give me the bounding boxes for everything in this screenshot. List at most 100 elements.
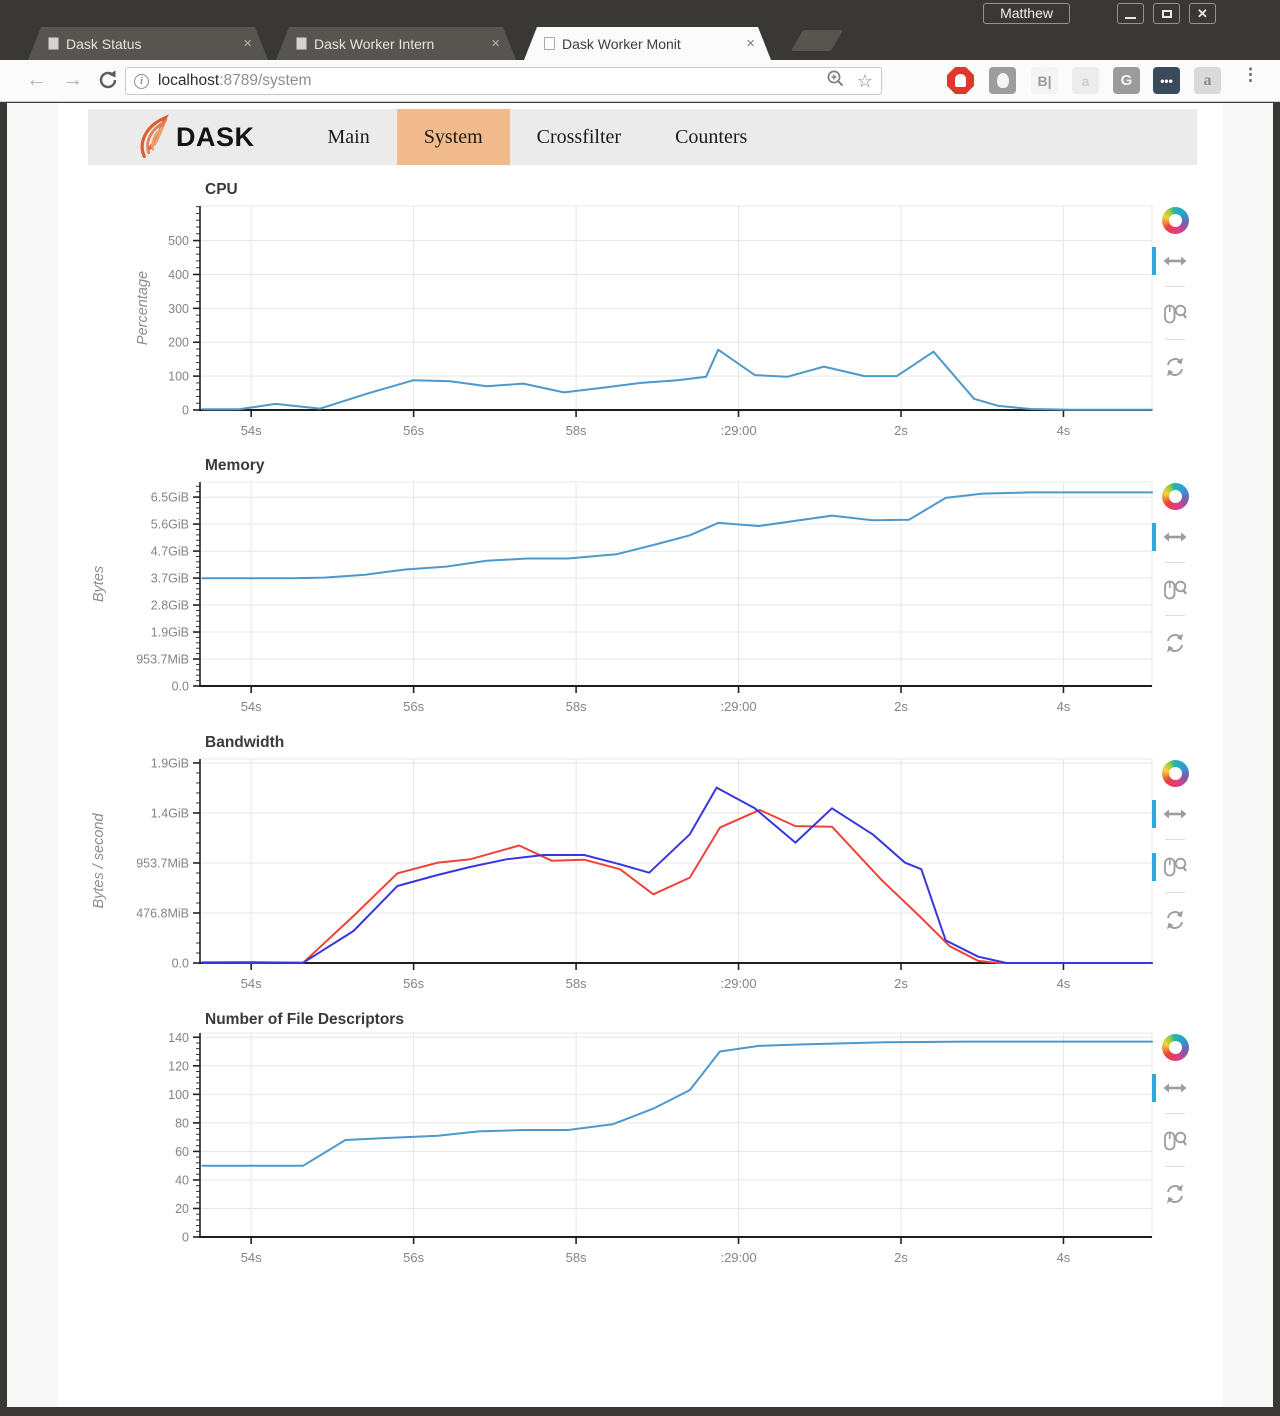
url-host: localhost xyxy=(158,72,219,89)
adblock-extension-icon[interactable] xyxy=(947,67,974,94)
pan-tool-button[interactable] xyxy=(1162,524,1188,550)
tab-title: Dask Status xyxy=(66,36,237,52)
forward-icon[interactable]: → xyxy=(62,68,83,92)
bookmark-star-icon[interactable]: ☆ xyxy=(857,72,873,90)
maximize-button[interactable] xyxy=(1153,3,1180,24)
svg-text:0.0: 0.0 xyxy=(172,957,189,971)
window-titlebar: Matthew ✕ xyxy=(0,0,1280,27)
ghostery-extension-icon[interactable] xyxy=(989,67,1016,94)
minimize-button[interactable] xyxy=(1117,3,1144,24)
wheel-zoom-tool-button[interactable] xyxy=(1162,577,1188,603)
tab-dask-worker-internal[interactable]: Dask Worker Intern × xyxy=(276,27,516,60)
svg-text:2s: 2s xyxy=(894,976,908,991)
svg-text:2s: 2s xyxy=(894,699,908,714)
cpu-chart-canvas[interactable]: 010020030040050054s56s58s:29:002s4sPerce… xyxy=(90,192,1158,452)
zoom-in-page-icon[interactable] xyxy=(826,69,845,93)
svg-text:Percentage: Percentage xyxy=(135,271,151,345)
bandwidth-chart-canvas[interactable]: 0.0476.8MiB953.7MiB1.4GiB1.9GiB54s56s58s… xyxy=(90,745,1158,1005)
url-bar[interactable]: i localhost:8789/system ☆ xyxy=(125,67,882,95)
svg-text:80: 80 xyxy=(175,1116,189,1130)
svg-text:56s: 56s xyxy=(403,699,424,714)
svg-text:58s: 58s xyxy=(566,423,587,438)
browser-toolbar: ← → i localhost:8789/system ☆ B| a G •••… xyxy=(0,60,1280,102)
info-icon[interactable]: i xyxy=(134,74,149,89)
svg-text::29:00: :29:00 xyxy=(720,423,756,438)
pan-tool-button[interactable] xyxy=(1162,801,1188,827)
tab-dask-worker-monitor[interactable]: Dask Worker Monit × xyxy=(524,27,771,60)
tab-close-icon[interactable]: × xyxy=(243,36,252,51)
svg-text::29:00: :29:00 xyxy=(720,1250,756,1265)
svg-text:6.5GiB: 6.5GiB xyxy=(151,491,189,505)
browser-menu-icon[interactable]: ⋮ xyxy=(1242,66,1259,83)
g-extension-icon[interactable]: G xyxy=(1113,67,1140,94)
b-extension-icon[interactable]: B| xyxy=(1031,67,1058,94)
svg-text::29:00: :29:00 xyxy=(720,699,756,714)
toolbar-divider xyxy=(1165,615,1185,616)
bokeh-logo-icon[interactable] xyxy=(1162,207,1189,234)
file-descriptors-chart-canvas[interactable]: 02040608010012014054s56s58s:29:002s4s xyxy=(90,1019,1158,1279)
svg-text:2.8GiB: 2.8GiB xyxy=(151,599,189,613)
svg-text:953.7MiB: 953.7MiB xyxy=(136,653,189,667)
password-manager-extension-icon[interactable]: ••• xyxy=(1153,67,1180,94)
svg-text:56s: 56s xyxy=(403,423,424,438)
svg-text:4s: 4s xyxy=(1057,976,1071,991)
wheel-zoom-tool-button[interactable] xyxy=(1162,1128,1188,1154)
svg-text:0.0: 0.0 xyxy=(172,680,189,694)
a-extension-icon[interactable]: a xyxy=(1194,67,1221,94)
svg-text:200: 200 xyxy=(168,336,189,350)
svg-text:2s: 2s xyxy=(894,423,908,438)
close-button[interactable]: ✕ xyxy=(1189,3,1216,24)
svg-text:54s: 54s xyxy=(241,699,262,714)
bokeh-logo-icon[interactable] xyxy=(1162,1034,1189,1061)
svg-text:476.8MiB: 476.8MiB xyxy=(136,906,189,920)
bokeh-logo-icon[interactable] xyxy=(1162,760,1189,787)
svg-text:1.9GiB: 1.9GiB xyxy=(151,756,189,770)
svg-text:140: 140 xyxy=(168,1031,189,1045)
toolbar-divider xyxy=(1165,839,1185,840)
reset-tool-button[interactable] xyxy=(1162,354,1188,380)
svg-text:58s: 58s xyxy=(566,699,587,714)
svg-text:58s: 58s xyxy=(566,976,587,991)
bandwidth-bokeh-toolbar xyxy=(1156,760,1194,933)
reset-tool-button[interactable] xyxy=(1162,630,1188,656)
url-text[interactable]: localhost:8789/system xyxy=(158,72,311,90)
tab-close-icon[interactable]: × xyxy=(491,36,500,51)
reload-icon[interactable] xyxy=(96,68,120,97)
pan-tool-button[interactable] xyxy=(1162,1075,1188,1101)
user-badge[interactable]: Matthew xyxy=(983,3,1070,24)
toolbar-divider xyxy=(1165,562,1185,563)
svg-text:5.6GiB: 5.6GiB xyxy=(151,518,189,532)
toolbar-divider xyxy=(1165,1113,1185,1114)
svg-text:400: 400 xyxy=(168,268,189,282)
svg-text:40: 40 xyxy=(175,1173,189,1187)
tab-close-icon[interactable]: × xyxy=(746,36,755,51)
reset-tool-button[interactable] xyxy=(1162,1181,1188,1207)
browser-window: Matthew ✕ Dask Status × Dask Worker Inte… xyxy=(0,0,1280,1416)
tab-dask-status[interactable]: Dask Status × xyxy=(28,27,268,60)
svg-text::29:00: :29:00 xyxy=(720,976,756,991)
wheel-zoom-tool-button[interactable] xyxy=(1162,854,1188,880)
reset-tool-button[interactable] xyxy=(1162,907,1188,933)
tab-title: Dask Worker Monit xyxy=(562,36,740,52)
svg-text:3.7GiB: 3.7GiB xyxy=(151,572,189,586)
svg-text:54s: 54s xyxy=(241,1250,262,1265)
memory-chart-canvas[interactable]: 0.0953.7MiB1.9GiB2.8GiB3.7GiB4.7GiB5.6Gi… xyxy=(90,468,1158,728)
page-content: DASK Main System Crossfilter Counters CP… xyxy=(7,103,1273,1407)
pan-tool-button[interactable] xyxy=(1162,248,1188,274)
back-icon[interactable]: ← xyxy=(26,68,47,92)
svg-text:56s: 56s xyxy=(403,1250,424,1265)
svg-text:2s: 2s xyxy=(894,1250,908,1265)
toolbar-divider xyxy=(1165,1166,1185,1167)
svg-text:0: 0 xyxy=(182,1231,189,1245)
url-path: :8789/system xyxy=(219,72,311,89)
svg-text:500: 500 xyxy=(168,234,189,248)
wheel-zoom-tool-button[interactable] xyxy=(1162,301,1188,327)
new-tab-button[interactable] xyxy=(791,30,843,51)
svg-text:100: 100 xyxy=(168,1088,189,1102)
svg-text:953.7MiB: 953.7MiB xyxy=(136,856,189,870)
disabled-extension-icon[interactable]: a xyxy=(1072,67,1099,94)
toolbar-divider xyxy=(1165,286,1185,287)
bokeh-logo-icon[interactable] xyxy=(1162,483,1189,510)
page-favicon xyxy=(48,37,59,50)
svg-text:4s: 4s xyxy=(1057,699,1071,714)
